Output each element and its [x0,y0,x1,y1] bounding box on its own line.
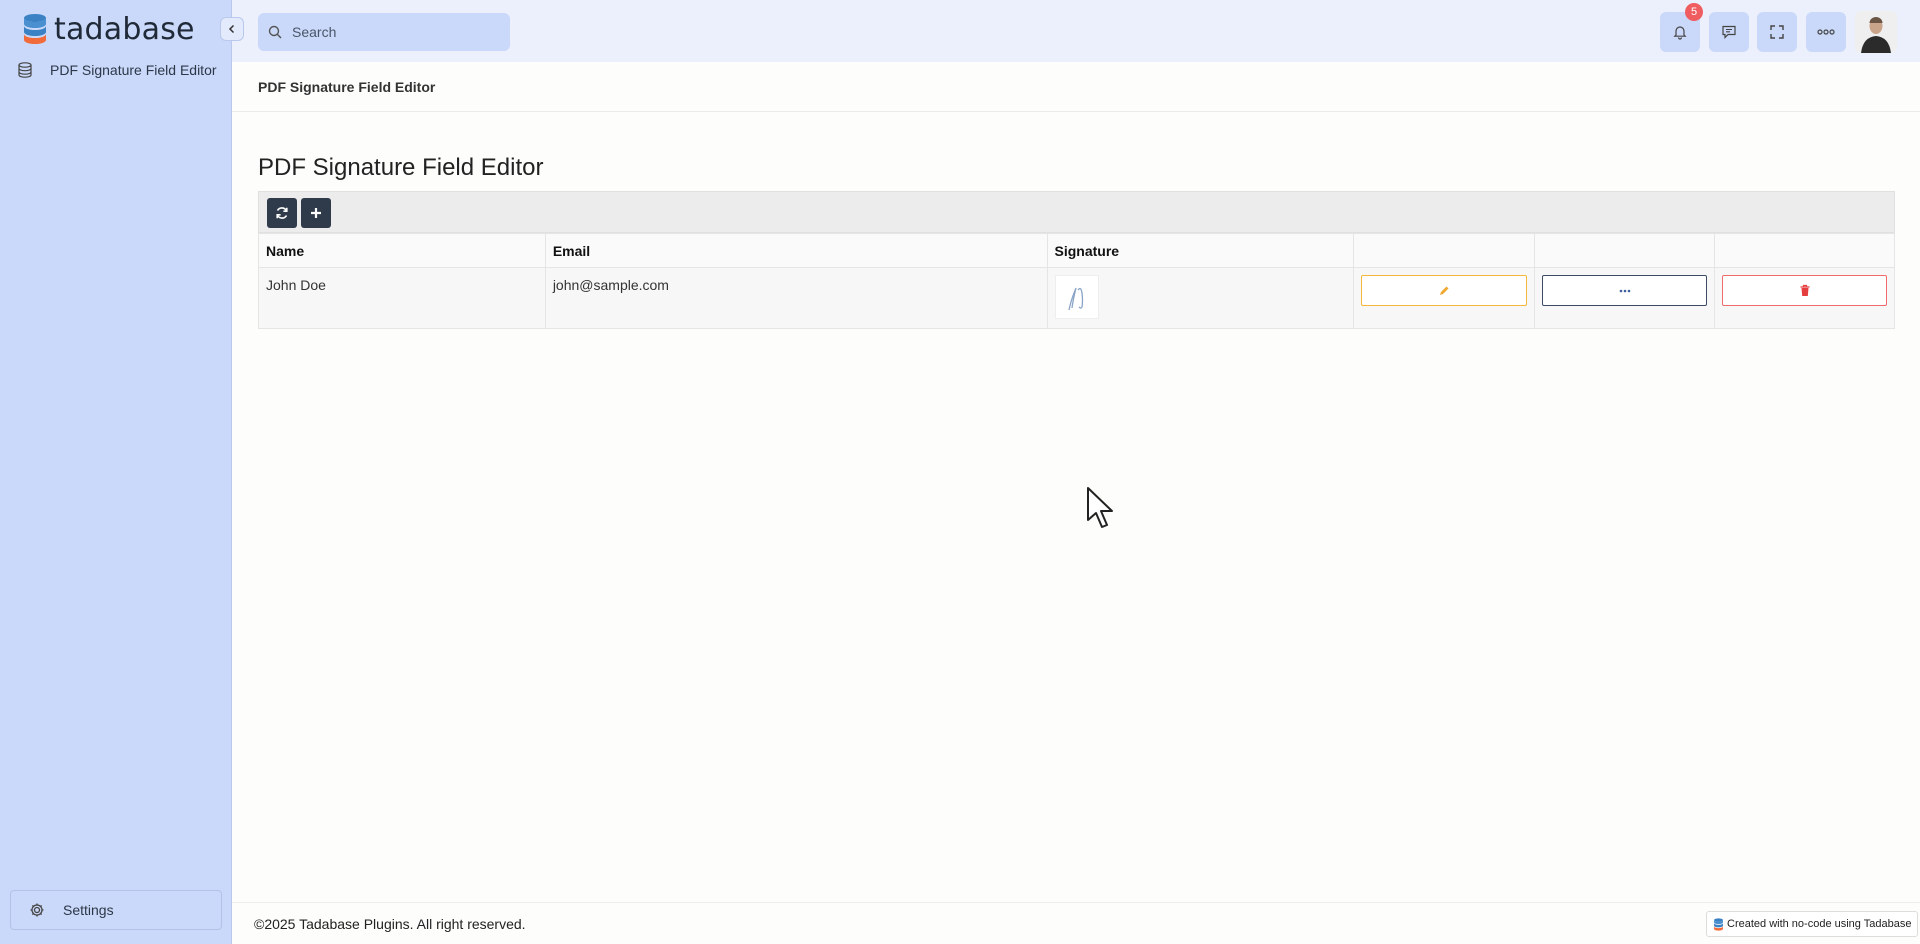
ellipsis-icon [1817,29,1835,35]
made-with-text: Created with no-code using Tadabase [1727,918,1912,930]
messages-button[interactable] [1709,12,1749,52]
notification-badge: 5 [1685,3,1703,21]
sidebar: tadabase PDF Signature Field Editor Sett… [0,0,232,944]
page-title: PDF Signature Field Editor [258,154,544,181]
chat-icon [1722,25,1736,39]
cell-signature [1046,267,1355,329]
cell-details [1534,267,1716,329]
settings-label: Settings [63,902,114,918]
signature-scribble-icon [1067,287,1083,311]
signature-image[interactable] [1054,275,1099,319]
records-table: Name Email Signature John Doe john@sampl… [258,233,1895,329]
notifications-button[interactable]: 5 [1660,3,1703,52]
bell-icon [1673,26,1687,40]
column-header-edit [1353,233,1536,268]
refresh-icon [276,207,288,219]
sidebar-item-label: PDF Signature Field Editor [50,62,217,78]
topbar: Search 5 [232,0,1920,62]
brand-name: tadabase [54,11,195,47]
collapse-sidebar-button[interactable] [220,17,244,41]
delete-button[interactable] [1722,275,1887,306]
edit-button[interactable] [1361,275,1528,306]
cell-delete [1714,267,1895,329]
more-options-button[interactable] [1806,12,1846,52]
cell-email: john@sample.com [544,267,1048,329]
details-button[interactable] [1542,275,1708,306]
trash-icon [1800,284,1810,296]
search-icon [268,25,282,39]
plus-icon [311,208,321,218]
sidebar-item-pdf-signature-field-editor[interactable]: PDF Signature Field Editor [18,62,217,78]
ellipsis-icon [1619,289,1630,292]
footer: ©2025 Tadabase Plugins. All right reserv… [232,902,1920,944]
cell-edit [1353,267,1536,329]
search-placeholder: Search [292,24,337,40]
add-record-button[interactable] [301,198,331,228]
user-avatar[interactable] [1855,11,1897,53]
mouse-cursor-icon [1087,487,1113,528]
breadcrumb: PDF Signature Field Editor [232,62,1920,112]
gear-icon [30,903,44,917]
column-header-delete [1714,233,1895,268]
tadabase-logo-icon [24,14,46,44]
refresh-button[interactable] [267,198,297,228]
made-with-tadabase-badge[interactable]: Created with no-code using Tadabase [1706,911,1919,937]
search-input[interactable]: Search [258,13,510,51]
column-header-signature[interactable]: Signature [1046,233,1355,268]
column-header-email[interactable]: Email [544,233,1048,268]
brand-logo[interactable]: tadabase [22,11,195,47]
tadabase-logo-icon [1714,917,1723,931]
cell-name: John Doe [258,267,546,329]
column-header-details [1534,233,1716,268]
breadcrumb-current: PDF Signature Field Editor [258,79,436,95]
table-row: John Doe john@sample.com [258,267,1895,329]
fullscreen-icon [1770,25,1784,39]
table-header-row: Name Email Signature [258,233,1895,268]
column-header-name[interactable]: Name [258,233,546,268]
settings-button[interactable]: Settings [10,890,222,930]
copyright-text: ©2025 Tadabase Plugins. All right reserv… [254,916,526,932]
chevron-left-icon [228,24,235,34]
database-icon [18,62,32,78]
pencil-icon [1440,286,1449,295]
fullscreen-button[interactable] [1757,12,1797,52]
user-photo-icon [1855,11,1897,53]
table-toolbar [258,191,1895,233]
